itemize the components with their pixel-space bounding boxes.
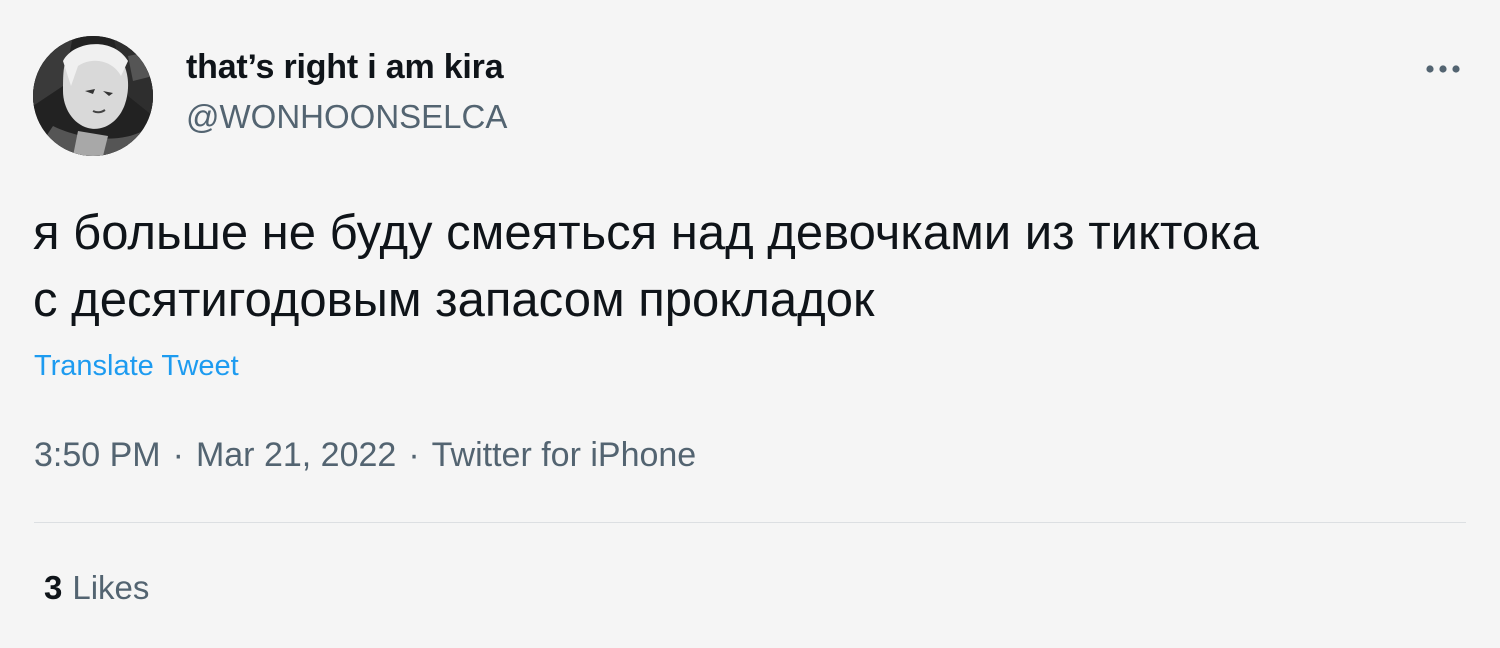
author-handle[interactable]: @WONHOONSELCA (186, 98, 507, 136)
likes-label: Likes (72, 569, 150, 606)
meta-separator: · (408, 436, 420, 474)
tweet-time[interactable]: 3:50 PM (34, 436, 161, 474)
author-display-name[interactable]: that’s right i am kira (186, 48, 504, 87)
divider (34, 522, 1466, 523)
likes-link[interactable]: 3 Likes (44, 569, 149, 607)
translate-tweet-link[interactable]: Translate Tweet (34, 350, 239, 383)
tweet-text: я больше не буду смеяться над девочками … (33, 206, 1259, 327)
tweet-source[interactable]: Twitter for iPhone (432, 436, 697, 474)
tweet-date[interactable]: Mar 21, 2022 (196, 436, 396, 474)
likes-count: 3 (44, 569, 63, 606)
avatar[interactable] (33, 36, 153, 156)
avatar-image (33, 36, 153, 156)
tweet-card: that’s right i am kira @WONHOONSELCA я б… (0, 0, 1500, 648)
more-options-icon[interactable] (1420, 52, 1468, 86)
tweet-meta: 3:50 PM · Mar 21, 2022 · Twitter for iPhone (34, 436, 696, 475)
meta-separator: · (172, 436, 184, 474)
